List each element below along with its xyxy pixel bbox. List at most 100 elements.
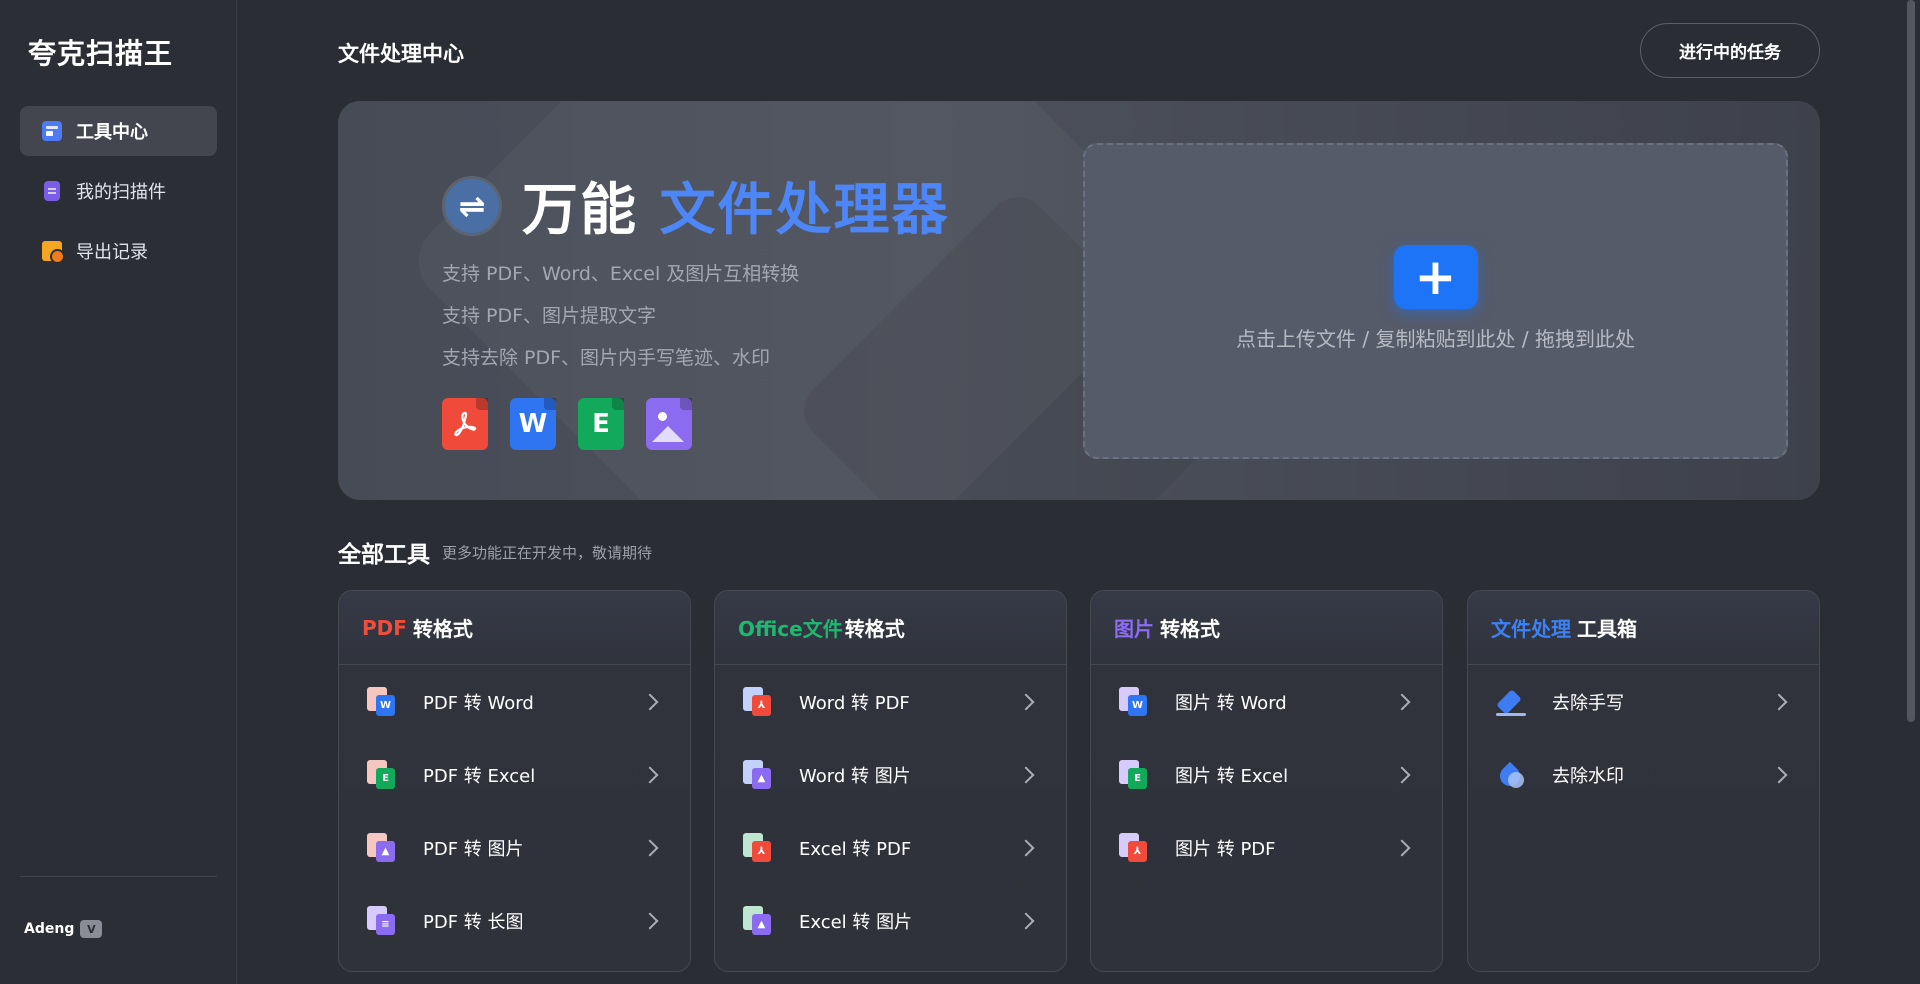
page-title: 文件处理中心: [338, 42, 464, 66]
hero-banner: ⇌ 万能 文件处理器 支持 PDF、Word、Excel 及图片互相转换 支持 …: [338, 101, 1820, 500]
card-header-rest: 转格式: [412, 617, 473, 641]
chevron-right-icon: [641, 766, 659, 783]
tool-label: PDF 转 Excel: [423, 765, 536, 787]
tool-image-to-pdf[interactable]: ⅄ 图片 转 PDF: [1091, 811, 1442, 884]
pdf-to-long-image-icon: ≡: [367, 905, 397, 936]
upload-plus-button[interactable]: +: [1393, 245, 1478, 309]
sidebar-item-label: 工具中心: [76, 122, 148, 143]
tool-word-to-pdf[interactable]: ⅄ Word 转 PDF: [715, 665, 1066, 738]
image-to-pdf-icon: ⅄: [1119, 832, 1149, 863]
chevron-right-icon: [641, 912, 659, 929]
format-icons: W E: [442, 398, 714, 450]
word-to-image-icon: ▲: [743, 759, 773, 790]
card-header-rest: 工具箱: [1577, 617, 1637, 641]
hero-title: 万能 文件处理器: [522, 165, 950, 246]
hero-title-highlight: 文件处理器: [659, 178, 950, 243]
tool-image-to-excel[interactable]: E 图片 转 Excel: [1091, 738, 1442, 811]
hero-feature-line: 支持 PDF、Word、Excel 及图片互相转换: [442, 263, 800, 285]
tool-label: Word 转 PDF: [799, 692, 910, 714]
tool-cards: PDF 转格式 W PDF 转 Word E PDF 转 Excel ▲ PDF…: [338, 590, 1820, 972]
card-header-colored: Office文件: [738, 617, 843, 641]
all-tools-subtitle: 更多功能正在开发中，敬请期待: [442, 544, 653, 562]
hero-feature-line: 支持 PDF、图片提取文字: [442, 305, 657, 327]
image-convert-card: 图片 转格式 W 图片 转 Word E 图片 转 Excel ⅄ 图片 转 P…: [1090, 590, 1443, 972]
tool-label: PDF 转 长图: [423, 911, 524, 933]
word-icon: W: [510, 398, 556, 450]
tool-image-to-word[interactable]: W 图片 转 Word: [1091, 665, 1442, 738]
word-to-pdf-icon: ⅄: [743, 686, 773, 717]
vertical-scrollbar[interactable]: [1907, 0, 1915, 722]
folder-clock-icon: [42, 241, 65, 264]
swap-arrows-icon: ⇌: [442, 175, 502, 236]
tool-excel-to-image[interactable]: ▲ Excel 转 图片: [715, 884, 1066, 957]
image-icon: [646, 398, 692, 450]
chevron-right-icon: [1017, 912, 1035, 929]
card-header: 图片 转格式: [1091, 591, 1442, 665]
tool-pdf-to-word[interactable]: W PDF 转 Word: [339, 665, 690, 738]
tool-pdf-to-image[interactable]: ▲ PDF 转 图片: [339, 811, 690, 884]
upload-dropzone[interactable]: + 点击上传文件 / 复制粘贴到此处 / 拖拽到此处: [1083, 143, 1788, 459]
sidebar-nav: 工具中心 我的扫描件 导出记录: [20, 106, 217, 286]
hero-feature-list: 支持 PDF、Word、Excel 及图片互相转换 支持 PDF、图片提取文字 …: [442, 253, 799, 379]
toolbox-icon: [42, 121, 62, 141]
tool-remove-watermark[interactable]: 去除水印: [1468, 738, 1819, 811]
chevron-right-icon: [1770, 766, 1788, 783]
sidebar-item-tool-center[interactable]: 工具中心: [20, 106, 217, 156]
card-header-colored: 图片: [1114, 617, 1154, 641]
watermark-drop-icon: [1495, 760, 1526, 790]
chevron-right-icon: [1017, 693, 1035, 710]
chevron-right-icon: [1393, 693, 1411, 710]
pdf-convert-card: PDF 转格式 W PDF 转 Word E PDF 转 Excel ▲ PDF…: [338, 590, 691, 972]
sidebar-item-label: 我的扫描件: [76, 182, 166, 203]
tool-label: 图片 转 PDF: [1175, 838, 1276, 860]
tool-label: 去除水印: [1552, 765, 1624, 787]
chevron-right-icon: [641, 839, 659, 856]
tool-label: 图片 转 Word: [1175, 692, 1287, 714]
pdf-to-excel-icon: E: [367, 759, 397, 790]
tool-label: PDF 转 图片: [423, 838, 524, 860]
card-header-colored: PDF: [362, 615, 407, 640]
user-profile[interactable]: Adeng V: [24, 920, 103, 938]
vip-badge-icon: V: [80, 920, 103, 938]
card-header-rest: 转格式: [844, 617, 905, 641]
pdf-to-word-icon: W: [367, 686, 397, 717]
file-toolbox-card: 文件处理 工具箱 去除手写 去除水印: [1467, 590, 1820, 972]
sidebar: 夸克扫描王 工具中心 我的扫描件 导出记录 Adeng V: [0, 0, 237, 984]
chevron-right-icon: [1393, 766, 1411, 783]
pdf-to-image-icon: ▲: [367, 832, 397, 863]
chevron-right-icon: [641, 693, 659, 710]
upload-hint: 点击上传文件 / 复制粘贴到此处 / 拖拽到此处: [1236, 327, 1635, 351]
hero-title-plain: 万能: [522, 178, 638, 243]
excel-to-image-icon: ▲: [743, 905, 773, 936]
ongoing-tasks-button[interactable]: 进行中的任务: [1640, 23, 1820, 78]
tool-label: Excel 转 图片: [799, 911, 913, 933]
sidebar-item-my-scans[interactable]: 我的扫描件: [20, 166, 217, 216]
tool-label: Excel 转 PDF: [799, 838, 912, 860]
tool-remove-handwriting[interactable]: 去除手写: [1468, 665, 1819, 738]
card-header-rest: 转格式: [1160, 617, 1220, 641]
tool-pdf-to-long-image[interactable]: ≡ PDF 转 长图: [339, 884, 690, 957]
username: Adeng: [24, 921, 75, 937]
sidebar-item-label: 导出记录: [76, 242, 148, 263]
chevron-right-icon: [1393, 839, 1411, 856]
chevron-right-icon: [1017, 839, 1035, 856]
tool-word-to-image[interactable]: ▲ Word 转 图片: [715, 738, 1066, 811]
tool-label: PDF 转 Word: [423, 692, 534, 714]
card-header-colored: 文件处理: [1491, 617, 1571, 641]
excel-to-pdf-icon: ⅄: [743, 832, 773, 863]
pdf-icon: [442, 398, 488, 450]
chevron-right-icon: [1017, 766, 1035, 783]
sidebar-item-export-history[interactable]: 导出记录: [20, 226, 217, 276]
tool-pdf-to-excel[interactable]: E PDF 转 Excel: [339, 738, 690, 811]
tool-label: Word 转 图片: [799, 765, 911, 787]
hero-feature-line: 支持去除 PDF、图片内手写笔迹、水印: [442, 347, 771, 369]
image-to-word-icon: W: [1119, 686, 1149, 717]
tool-label: 去除手写: [1552, 692, 1624, 714]
card-header: PDF 转格式: [339, 591, 690, 665]
all-tools-title: 全部工具: [338, 542, 430, 568]
excel-icon: E: [578, 398, 624, 450]
tool-label: 图片 转 Excel: [1175, 765, 1289, 787]
eraser-icon: [1496, 687, 1526, 717]
sidebar-divider: [20, 876, 217, 877]
tool-excel-to-pdf[interactable]: ⅄ Excel 转 PDF: [715, 811, 1066, 884]
